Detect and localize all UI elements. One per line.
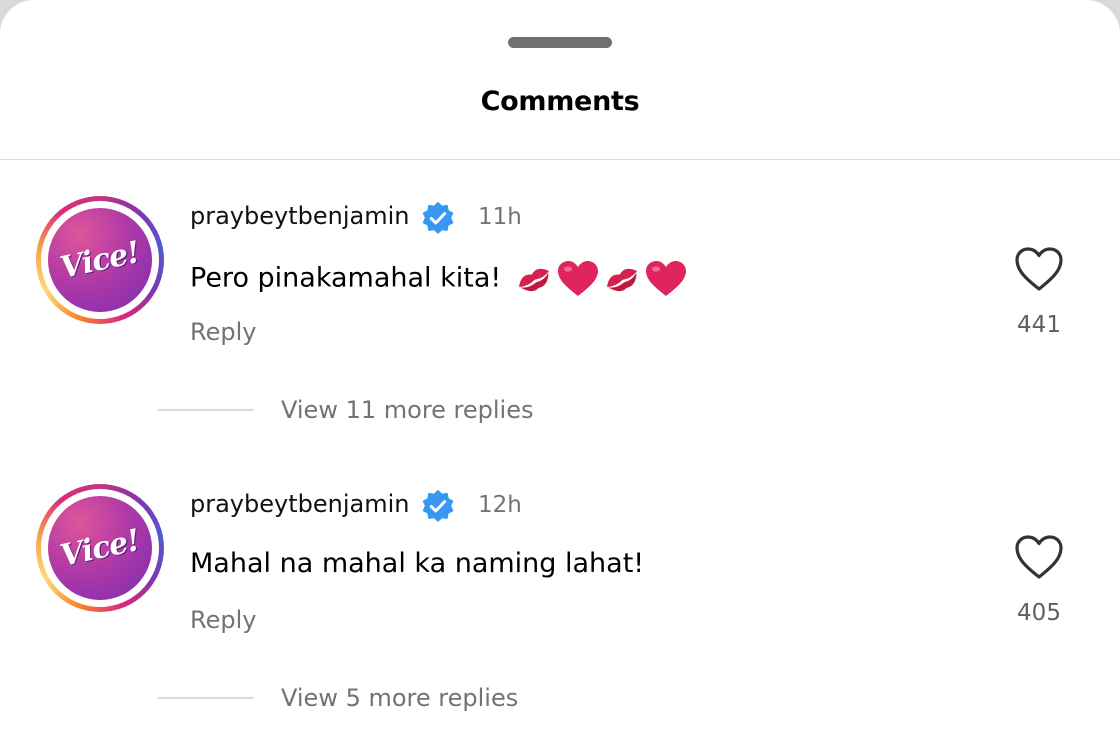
verified-badge-icon bbox=[422, 201, 454, 235]
kiss-mark-icon bbox=[607, 268, 638, 292]
comment-item: Vice! praybeytbenjamin 11h Pero pinakama… bbox=[0, 160, 1120, 424]
comments-sheet: Comments Vice! praybeytbenjamin 11h Pero… bbox=[0, 0, 1120, 748]
reply-button[interactable]: Reply bbox=[190, 606, 256, 634]
replies-divider-line bbox=[158, 409, 254, 411]
comment-text: Mahal na mahal ka naming lahat! bbox=[190, 548, 645, 579]
avatar-image: Vice! bbox=[48, 496, 152, 600]
reply-button[interactable]: Reply bbox=[190, 318, 256, 346]
avatar-logo: Vice! bbox=[57, 234, 143, 286]
like-heart-icon[interactable] bbox=[1014, 246, 1064, 292]
view-more-replies-button[interactable]: View 11 more replies bbox=[281, 396, 534, 424]
comment-item: Vice! praybeytbenjamin 12h Mahal na maha… bbox=[0, 448, 1120, 712]
red-heart-icon bbox=[646, 261, 687, 296]
view-more-replies-button[interactable]: View 5 more replies bbox=[281, 684, 518, 712]
red-heart-icon bbox=[558, 261, 599, 296]
drag-handle[interactable] bbox=[508, 37, 612, 48]
avatar-image: Vice! bbox=[48, 208, 152, 312]
avatar-logo: Vice! bbox=[57, 522, 143, 574]
sheet-title: Comments bbox=[480, 86, 640, 117]
replies-divider-line bbox=[158, 697, 254, 699]
like-count: 405 bbox=[1017, 600, 1061, 626]
comment-text-row: Pero pinakamahal kita! bbox=[190, 260, 687, 298]
like-heart-icon[interactable] bbox=[1014, 534, 1064, 580]
verified-badge-icon bbox=[422, 489, 454, 523]
avatar[interactable]: Vice! bbox=[36, 484, 164, 612]
like-count: 441 bbox=[1017, 312, 1061, 338]
comment-username[interactable]: praybeytbenjamin bbox=[190, 490, 409, 518]
comment-username[interactable]: praybeytbenjamin bbox=[190, 202, 409, 230]
avatar[interactable]: Vice! bbox=[36, 196, 164, 324]
comment-text: Pero pinakamahal kita! bbox=[190, 262, 502, 294]
emoji-group bbox=[515, 260, 687, 298]
comment-time: 12h bbox=[478, 492, 522, 518]
comment-time: 11h bbox=[478, 204, 522, 230]
kiss-mark-icon bbox=[519, 268, 550, 292]
